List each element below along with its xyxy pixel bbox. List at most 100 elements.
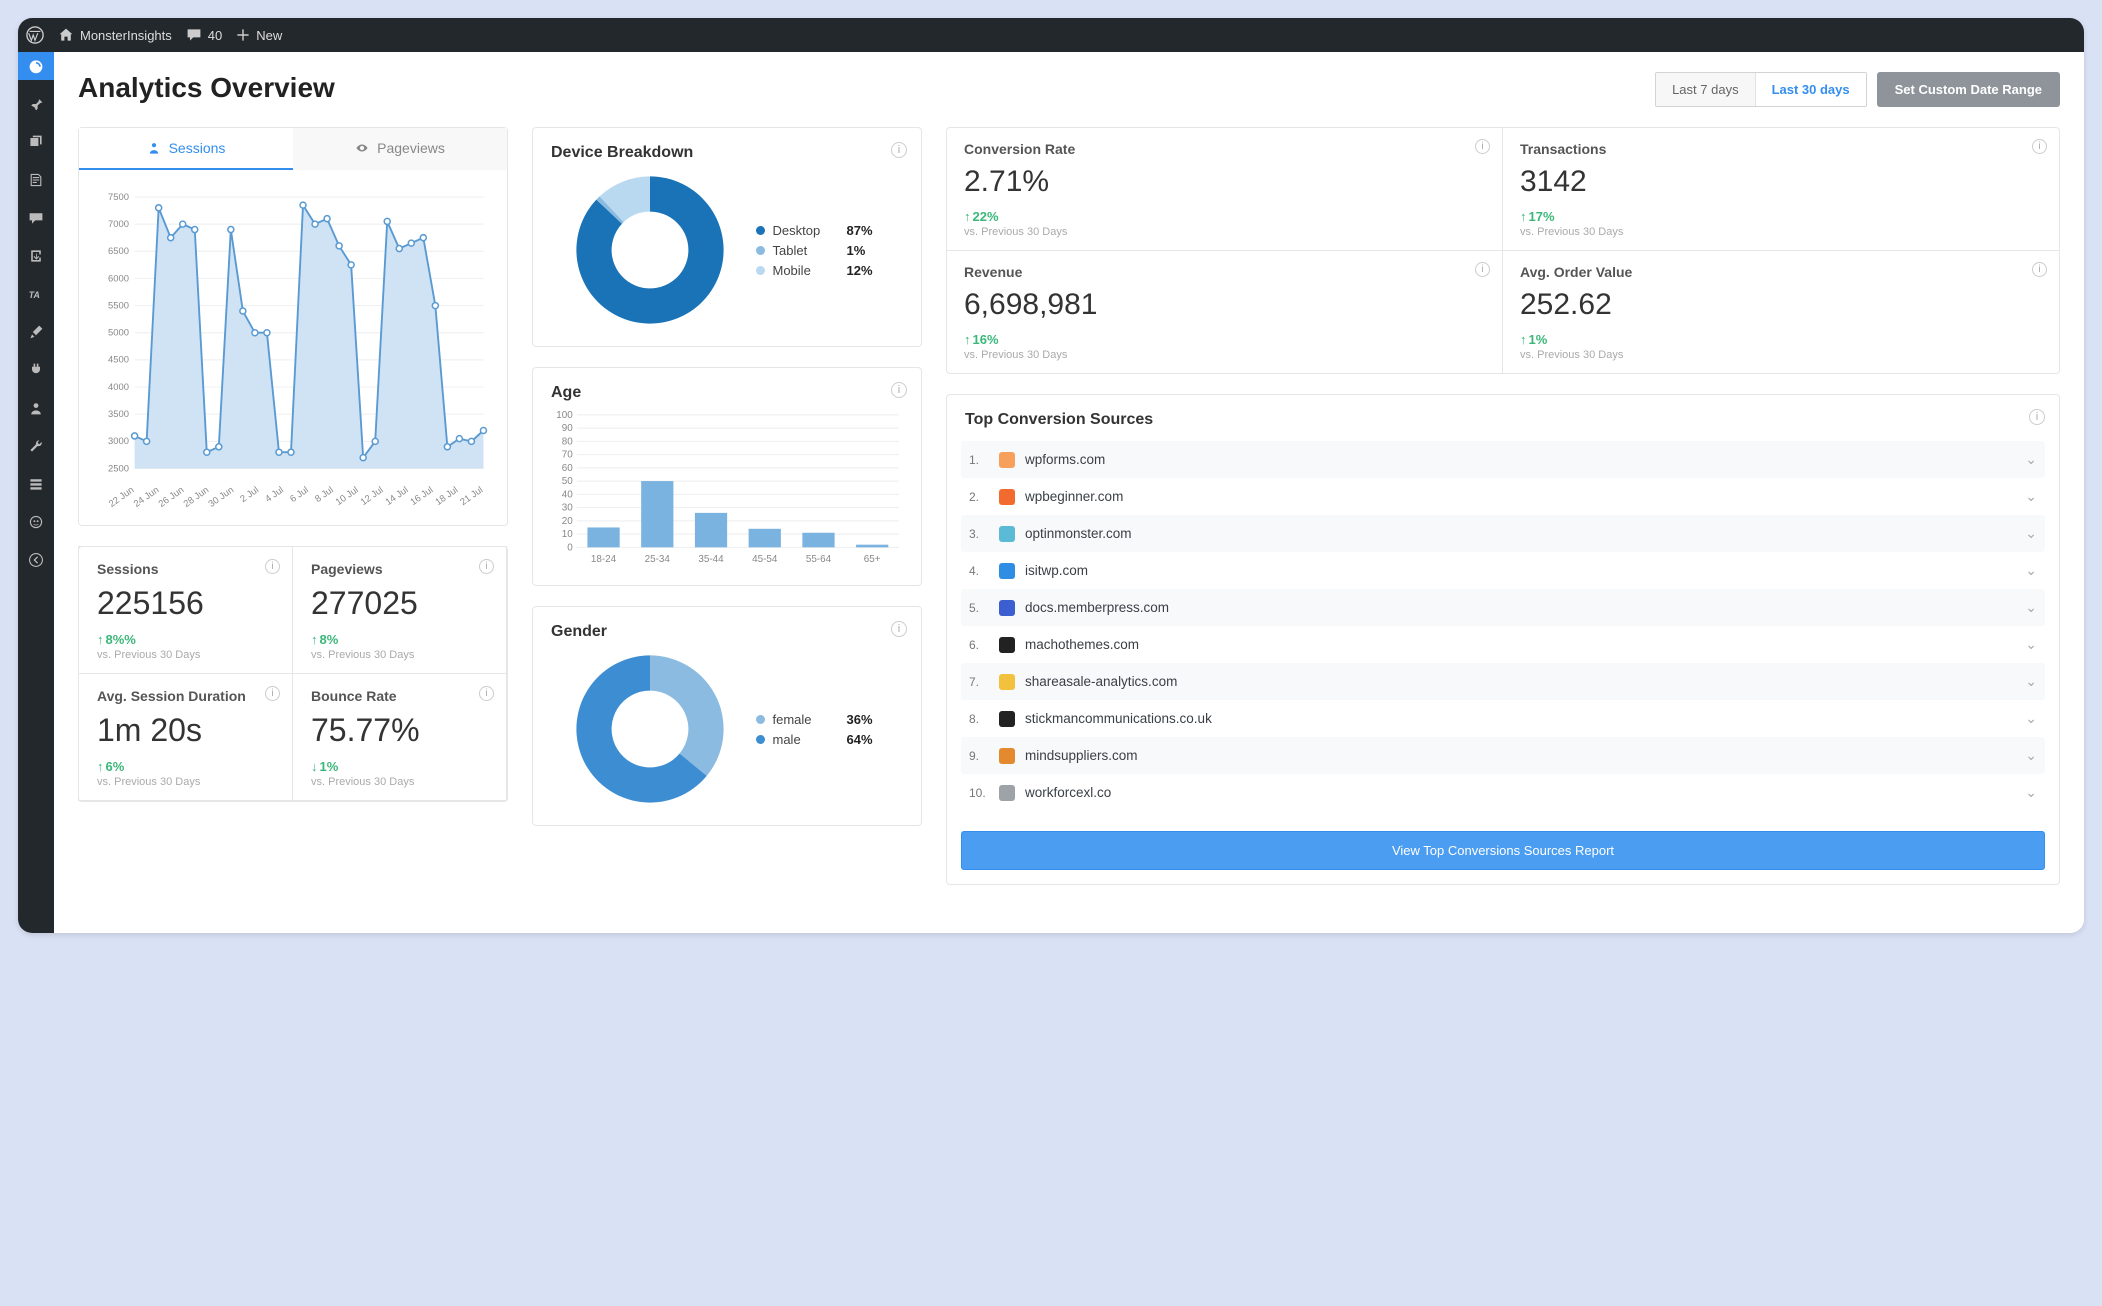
svg-text:0: 0	[567, 542, 573, 553]
source-rank: 3.	[969, 527, 989, 541]
info-icon[interactable]: i	[265, 686, 280, 701]
stat-bounce: i Bounce Rate 75.77% ↓1% vs. Previous 30…	[292, 673, 507, 801]
info-icon[interactable]: i	[1475, 139, 1490, 154]
source-row[interactable]: 3. optinmonster.com ⌄	[961, 515, 2045, 552]
source-rank: 10.	[969, 786, 989, 800]
svg-text:4 Jul: 4 Jul	[263, 484, 286, 504]
view-sources-report-button[interactable]: View Top Conversions Sources Report	[961, 831, 2045, 870]
media-icon	[28, 134, 44, 150]
sidebar-dashboard[interactable]	[18, 52, 54, 80]
source-rank: 4.	[969, 564, 989, 578]
favicon	[999, 563, 1015, 579]
chevron-down-icon: ⌄	[2025, 747, 2037, 764]
chevron-down-icon: ⌄	[2025, 599, 2037, 616]
house-icon	[58, 27, 74, 43]
sidebar-collapse[interactable]	[18, 546, 54, 574]
source-row[interactable]: 10. workforcexl.co ⌄	[961, 774, 2045, 811]
sidebar-plugins[interactable]	[18, 356, 54, 384]
source-row[interactable]: 5. docs.memberpress.com ⌄	[961, 589, 2045, 626]
favicon	[999, 674, 1015, 690]
info-icon[interactable]: i	[1475, 262, 1490, 277]
chevron-down-icon: ⌄	[2025, 525, 2037, 542]
comments-count: 40	[208, 28, 222, 43]
tab-sessions[interactable]: Sessions	[79, 128, 293, 170]
admin-new[interactable]: New	[236, 28, 282, 43]
svg-text:4500: 4500	[108, 354, 129, 365]
sidebar-tools[interactable]	[18, 432, 54, 460]
svg-text:10 Jul: 10 Jul	[333, 484, 360, 507]
favicon	[999, 637, 1015, 653]
sidebar-pages[interactable]	[18, 166, 54, 194]
sidebar-users[interactable]	[18, 394, 54, 422]
sidebar-media[interactable]	[18, 128, 54, 156]
sidebar-posts[interactable]	[18, 90, 54, 118]
source-row[interactable]: 4. isitwp.com ⌄	[961, 552, 2045, 589]
sidebar-settings[interactable]	[18, 470, 54, 498]
info-icon[interactable]: i	[891, 142, 907, 158]
source-row[interactable]: 9. mindsuppliers.com ⌄	[961, 737, 2045, 774]
legend-swatch	[756, 266, 765, 275]
age-card: Age i 010203040506070809010018-2425-3435…	[532, 367, 922, 586]
tab-pageviews[interactable]: Pageviews	[293, 128, 507, 170]
sidebar-comments[interactable]	[18, 204, 54, 232]
custom-range-button[interactable]: Set Custom Date Range	[1877, 72, 2060, 107]
wp-logo[interactable]	[26, 26, 44, 44]
age-bar-chart: 010203040506070809010018-2425-3435-4445-…	[549, 408, 905, 568]
wp-sidebar: TA	[18, 52, 54, 933]
source-domain: wpforms.com	[1025, 452, 2015, 467]
tab-sessions-label: Sessions	[169, 140, 226, 156]
favicon	[999, 785, 1015, 801]
favicon	[999, 526, 1015, 542]
source-row[interactable]: 8. stickmancommunications.co.uk ⌄	[961, 700, 2045, 737]
sidebar-dl[interactable]	[18, 242, 54, 270]
date-range-controls: Last 7 days Last 30 days Set Custom Date…	[1655, 72, 2060, 107]
info-icon[interactable]: i	[891, 382, 907, 398]
gender-card: Gender i female 36% male 64%	[532, 606, 922, 826]
speech-bubble-icon	[186, 27, 202, 43]
source-row[interactable]: 2. wpbeginner.com ⌄	[961, 478, 2045, 515]
range-30-button[interactable]: Last 30 days	[1756, 73, 1866, 106]
site-name: MonsterInsights	[80, 28, 172, 43]
source-domain: docs.memberpress.com	[1025, 600, 2015, 615]
stat-sessions: i Sessions 225156 ↑8%% vs. Previous 30 D…	[78, 546, 293, 674]
svg-text:30: 30	[562, 503, 573, 514]
source-row[interactable]: 7. shareasale-analytics.com ⌄	[961, 663, 2045, 700]
new-label: New	[256, 28, 282, 43]
source-domain: mindsuppliers.com	[1025, 748, 2015, 763]
info-icon[interactable]: i	[2032, 139, 2047, 154]
svg-text:26 Jun: 26 Jun	[156, 484, 185, 509]
info-icon[interactable]: i	[2029, 409, 2045, 425]
chevron-down-icon: ⌄	[2025, 562, 2037, 579]
svg-text:14 Jul: 14 Jul	[383, 484, 410, 507]
source-domain: machothemes.com	[1025, 637, 2015, 652]
sessions-line-chart: 2500300035004000450050005500600065007000…	[95, 180, 491, 510]
svg-text:8 Jul: 8 Jul	[313, 484, 336, 504]
info-icon[interactable]: i	[479, 559, 494, 574]
chevron-down-icon: ⌄	[2025, 451, 2037, 468]
svg-text:40: 40	[562, 489, 573, 500]
source-row[interactable]: 6. machothemes.com ⌄	[961, 626, 2045, 663]
info-icon[interactable]: i	[265, 559, 280, 574]
legend-percent: 64%	[847, 732, 885, 747]
sessions-pageviews-tabs: Sessions Pageviews	[79, 128, 507, 170]
admin-comments[interactable]: 40	[186, 27, 222, 43]
svg-text:5500: 5500	[108, 299, 129, 310]
sidebar-ta[interactable]: TA	[18, 280, 54, 308]
legend-percent: 12%	[847, 263, 885, 278]
sidebar-insights[interactable]	[18, 508, 54, 536]
favicon	[999, 600, 1015, 616]
legend-label: Mobile	[773, 263, 839, 278]
source-row[interactable]: 1. wpforms.com ⌄	[961, 441, 2045, 478]
info-icon[interactable]: i	[891, 621, 907, 637]
download-icon	[28, 248, 44, 264]
info-icon[interactable]: i	[2032, 262, 2047, 277]
sidebar-appearance[interactable]	[18, 318, 54, 346]
svg-text:20: 20	[562, 516, 573, 527]
info-icon[interactable]: i	[479, 686, 494, 701]
person-icon	[147, 141, 161, 155]
admin-site-link[interactable]: MonsterInsights	[58, 27, 172, 43]
svg-text:60: 60	[562, 463, 573, 474]
stat-conv-rate: i Conversion Rate 2.71% ↑22% vs. Previou…	[946, 127, 1503, 251]
range-7-button[interactable]: Last 7 days	[1656, 73, 1756, 106]
stat-avg-session: i Avg. Session Duration 1m 20s ↑6% vs. P…	[78, 673, 293, 801]
